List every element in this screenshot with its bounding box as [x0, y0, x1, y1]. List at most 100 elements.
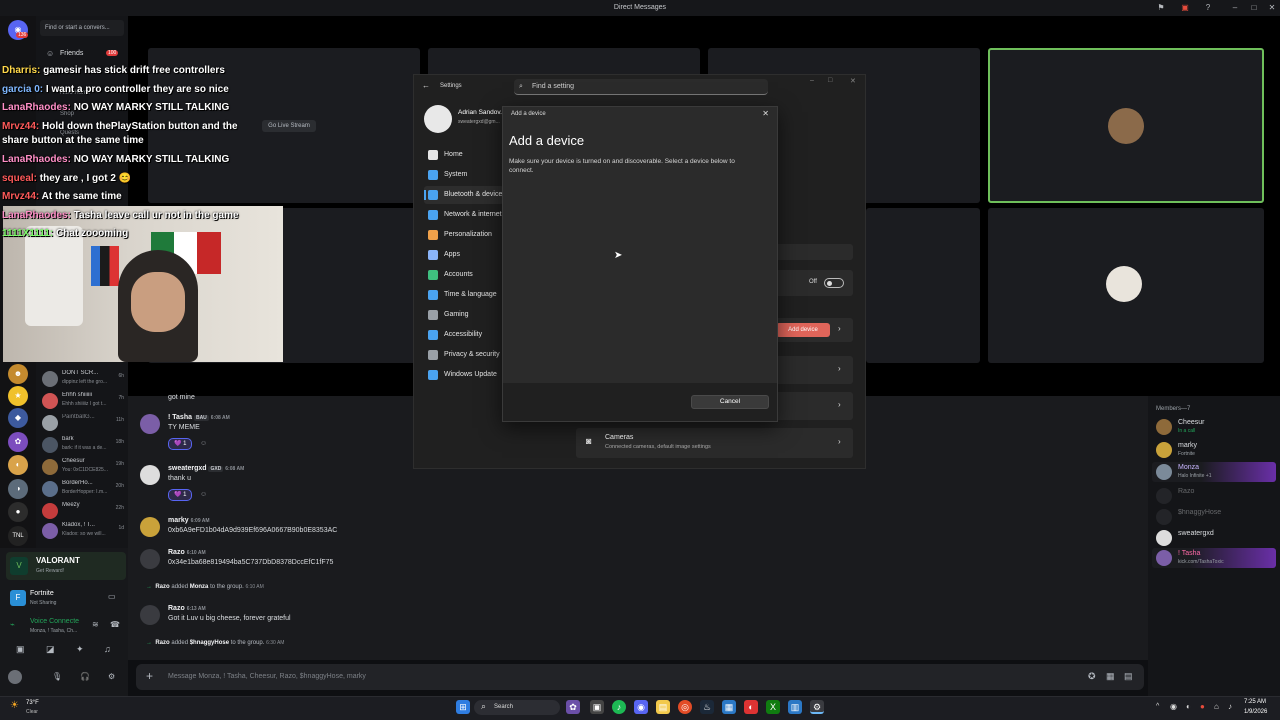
weather-icon[interactable]: ☀ [10, 700, 19, 711]
activities-icon[interactable]: ✦ [76, 644, 84, 655]
server-icon[interactable]: ✿ [8, 432, 28, 452]
add-device-button[interactable]: Add device [776, 323, 830, 337]
server-icon[interactable]: TNL [8, 526, 28, 546]
dm-item[interactable]: Cheesur You: 0xC1DCE825... 19h [38, 456, 126, 478]
back-icon[interactable]: ← [422, 81, 430, 90]
nav-bluetooth[interactable]: Bluetooth & devices [424, 186, 506, 204]
message-input[interactable]: Message Monza, ! Tasha, Cheesur, Razo, $… [168, 673, 366, 680]
nav-network[interactable]: Network & internet [424, 206, 504, 224]
app-icon[interactable]: ✿ [566, 700, 580, 714]
chrome-icon[interactable]: ◎ [678, 700, 692, 714]
server-icon[interactable]: ★ [8, 386, 28, 406]
user-settings-icon[interactable]: ⚙ [108, 672, 115, 681]
avatar[interactable] [140, 549, 160, 569]
reaction-chip[interactable]: 💜 1 [168, 438, 193, 450]
file-explorer-icon[interactable]: ▤ [656, 700, 670, 714]
task-view-icon[interactable]: ▣ [590, 700, 604, 714]
tray-app-icon[interactable]: ● [1200, 702, 1205, 711]
dm-item[interactable]: BorderHo... BorderHopper: I.m... 20h [38, 478, 126, 500]
minimize-icon[interactable]: – [1230, 3, 1240, 13]
close-icon[interactable]: ✕ [762, 109, 769, 118]
dm-item[interactable]: Meezy 22h [38, 500, 126, 522]
tray-app-icon[interactable]: ◐ [1186, 702, 1191, 711]
clock-time[interactable]: 7:25 AM [1244, 699, 1266, 705]
account-avatar[interactable] [424, 105, 452, 133]
screen-share-icon[interactable]: ◪ [46, 644, 55, 655]
gift-icon[interactable]: ✪ [1088, 671, 1096, 682]
user-avatar[interactable] [8, 670, 22, 684]
start-icon[interactable]: ⊞ [456, 700, 470, 714]
friends-link[interactable]: ☺ Friends 100 [44, 46, 124, 62]
dm-item[interactable]: PaintballG... 11h [38, 412, 126, 434]
message-author[interactable]: ! Tasha BAU 6:08 AM [168, 414, 230, 421]
settings-search-input[interactable]: ⌕ Find a setting [514, 79, 768, 95]
noise-suppression-icon[interactable]: ≋ [92, 620, 99, 629]
app-icon[interactable]: ◐ [744, 700, 758, 714]
disconnect-icon[interactable]: ☎ [110, 620, 120, 629]
network-icon[interactable]: ⌂ [1214, 702, 1219, 711]
server-icon[interactable]: ◐ [8, 455, 28, 475]
dm-search-input[interactable]: Find or start a convers... [40, 20, 124, 36]
share-screen-icon[interactable]: ▭ [108, 592, 116, 601]
nav-system[interactable]: System [424, 166, 504, 184]
message-author[interactable]: marky 6:09 AM [168, 517, 210, 524]
member-item[interactable]: $hnaggyHose [1152, 507, 1276, 527]
maximize-icon[interactable]: □ [828, 77, 832, 84]
nav-time-language[interactable]: Time & language [424, 286, 504, 304]
nav-personalization[interactable]: Personalization [424, 226, 504, 244]
member-item[interactable]: Cheesur In a call [1152, 417, 1276, 437]
close-icon[interactable]: ✕ [1267, 3, 1277, 13]
avatar[interactable] [140, 605, 160, 625]
tray-app-icon[interactable]: ◉ [1170, 702, 1177, 711]
nav-home[interactable]: Home [424, 146, 504, 164]
go-live-button[interactable]: Go Live Stream [262, 120, 316, 132]
updates-icon[interactable]: ▣ [1180, 3, 1190, 13]
tray-overflow-icon[interactable]: ^ [1156, 703, 1159, 710]
member-item[interactable]: ! Tasha kick.com/TashaToxic [1152, 548, 1276, 568]
app-icon[interactable]: ▦ [722, 700, 736, 714]
sticker-icon[interactable]: ▤ [1124, 671, 1133, 682]
device-list[interactable] [509, 177, 771, 377]
message-composer[interactable]: + Message Monza, ! Tasha, Cheesur, Razo,… [136, 664, 1144, 690]
inbox-icon[interactable]: ⚑ [1156, 3, 1166, 13]
message-author[interactable]: sweatergxd GXD 6:08 AM [168, 465, 244, 472]
server-icon[interactable]: ● [8, 502, 28, 522]
dm-item[interactable]: DONT SCR... dippinz left the gro... 6h [38, 368, 126, 390]
xbox-icon[interactable]: X [766, 700, 780, 714]
video-tile[interactable] [988, 208, 1264, 363]
reaction-chip[interactable]: 💜 1 [168, 489, 193, 501]
video-tile[interactable] [866, 208, 980, 363]
mic-icon[interactable]: 🎙 [52, 672, 62, 681]
server-icon[interactable]: ◆ [8, 408, 28, 428]
avatar[interactable] [140, 414, 160, 434]
help-icon[interactable]: ? [1203, 3, 1213, 13]
message-author[interactable]: Razo 6:10 AM [168, 549, 206, 556]
avatar[interactable] [140, 517, 160, 537]
soundboard-icon[interactable]: ♫ [104, 644, 111, 654]
valorant-activity[interactable]: V VALORANT Get Reward! [6, 552, 126, 580]
settings-taskbar-icon[interactable]: ⚙ [810, 700, 824, 714]
close-icon[interactable]: ✕ [850, 77, 856, 85]
camera-icon[interactable]: ▣ [16, 644, 25, 655]
member-item[interactable]: Razo [1152, 486, 1276, 506]
dm-item[interactable]: Ehhh shiiiiii Ehhh shiiiiiz I got t... 7… [38, 390, 126, 412]
clock-date[interactable]: 1/9/2026 [1244, 709, 1267, 715]
nav-accounts[interactable]: Accounts [424, 266, 504, 284]
cancel-button[interactable]: Cancel [691, 395, 769, 409]
gif-icon[interactable]: ▦ [1106, 671, 1115, 682]
maximize-icon[interactable]: □ [1249, 3, 1259, 13]
member-item[interactable]: Monza Halo Infinite +1 [1152, 462, 1276, 482]
speaking-tile[interactable] [988, 48, 1264, 203]
minimize-icon[interactable]: – [810, 77, 814, 84]
spotify-icon[interactable]: ♪ [612, 700, 626, 714]
headset-icon[interactable]: 🎧 [80, 672, 90, 681]
add-reaction-icon[interactable]: ☺ [200, 440, 207, 447]
message-author[interactable]: Razo 6:13 AM [168, 605, 206, 612]
bluetooth-toggle[interactable] [824, 278, 844, 288]
cameras-row[interactable]: ◙ Cameras Connected cameras, default ima… [576, 428, 853, 458]
server-icon[interactable]: ☻ [8, 364, 28, 384]
member-item[interactable]: sweatergxd [1152, 528, 1276, 548]
dm-item[interactable]: Kladox, ! T... Kladox: so we will... 1d [38, 520, 126, 542]
avatar[interactable] [140, 465, 160, 485]
nav-apps[interactable]: Apps [424, 246, 504, 264]
